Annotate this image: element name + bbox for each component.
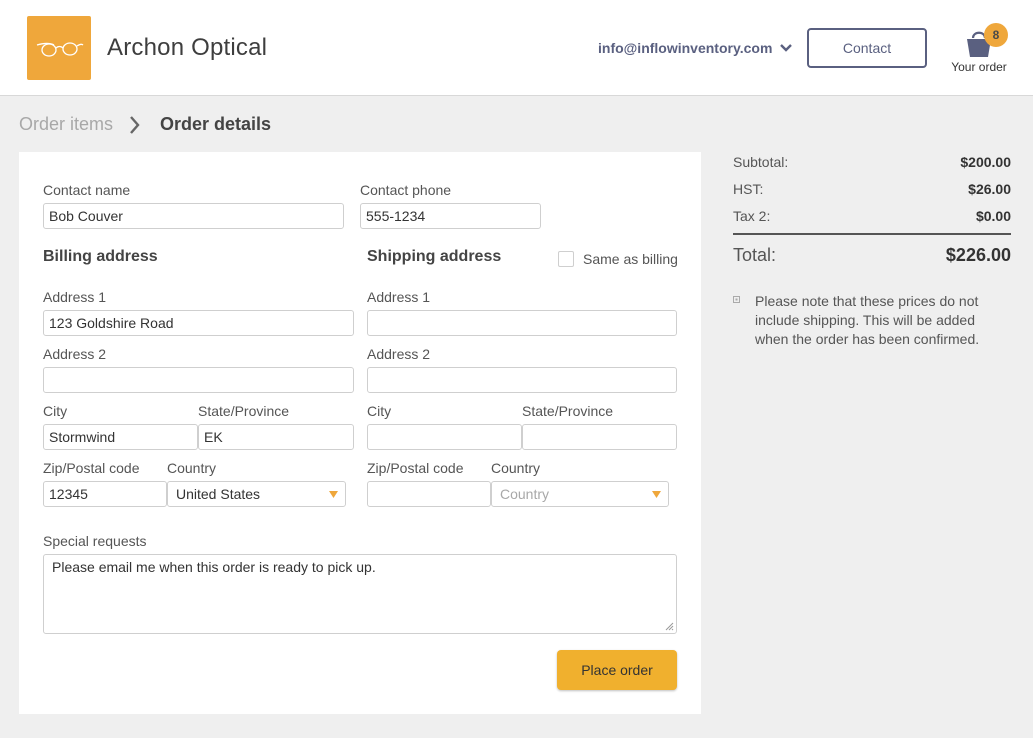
billing-city-label: City — [43, 403, 68, 419]
billing-country-label: Country — [167, 460, 217, 476]
account-menu[interactable]: info@inflowinventory.com — [598, 40, 793, 56]
shipping-city-input[interactable] — [367, 424, 522, 450]
shipping-address-title: Shipping address — [367, 248, 502, 265]
caret-down-icon — [329, 491, 338, 498]
shipping-address2-input[interactable] — [367, 367, 677, 393]
shipping-address2-label: Address 2 — [367, 346, 431, 362]
place-order-button[interactable]: Place order — [557, 650, 677, 690]
contact-phone-input[interactable]: 555-1234 — [360, 203, 541, 229]
glasses-icon — [36, 42, 84, 57]
shipping-country-select[interactable]: Country — [491, 481, 669, 507]
resize-grip-icon[interactable] — [665, 622, 674, 631]
chevron-right-icon — [130, 115, 140, 134]
caret-down-icon — [652, 491, 661, 498]
contact-name-input[interactable]: Bob Couver — [43, 203, 344, 229]
billing-city-input[interactable]: Stormwind — [43, 424, 198, 450]
subtotal-row: Subtotal: $200.00 — [733, 154, 1011, 170]
breadcrumb-order-details: Order details — [160, 114, 272, 134]
total-label: Total: — [733, 245, 777, 265]
contact-name-label: Contact name — [43, 182, 131, 198]
subtotal-value: $200.00 — [960, 154, 1011, 170]
shipping-country-label: Country — [491, 460, 541, 476]
shipping-country-placeholder: Country — [500, 486, 550, 502]
breadcrumb: Order items Order details — [19, 114, 271, 135]
shipping-address1-label: Address 1 — [367, 289, 431, 305]
billing-address1-input[interactable]: 123 Goldshire Road — [43, 310, 354, 336]
hst-value: $26.00 — [968, 181, 1011, 197]
special-requests-label: Special requests — [43, 533, 147, 549]
summary-divider — [733, 233, 1011, 235]
chevron-down-icon — [780, 44, 793, 52]
total-row: Total: $226.00 — [733, 245, 1011, 266]
subtotal-label: Subtotal: — [733, 154, 789, 170]
shipping-zip-input[interactable] — [367, 481, 491, 507]
cart-button[interactable]: 8 Your order — [946, 22, 1012, 78]
contact-button[interactable]: Contact — [807, 28, 927, 68]
billing-state-label: State/Province — [198, 403, 290, 419]
billing-address1-label: Address 1 — [43, 289, 107, 305]
logo[interactable] — [27, 16, 91, 80]
billing-address2-input[interactable] — [43, 367, 354, 393]
shipping-state-label: State/Province — [522, 403, 614, 419]
shipping-zip-label: Zip/Postal code — [367, 460, 464, 476]
breadcrumb-order-items[interactable]: Order items — [19, 114, 113, 135]
shipping-state-input[interactable] — [522, 424, 677, 450]
hst-row: HST: $26.00 — [733, 181, 1011, 197]
billing-zip-label: Zip/Postal code — [43, 460, 140, 476]
tax2-row: Tax 2: $0.00 — [733, 208, 1011, 224]
cart-label: Your order — [951, 60, 1007, 74]
total-value: $226.00 — [945, 245, 1011, 265]
special-requests-text: Please email me when this order is ready… — [52, 559, 376, 575]
tax2-value: $0.00 — [975, 208, 1011, 224]
billing-state-input[interactable]: EK — [198, 424, 354, 450]
info-icon — [733, 296, 740, 303]
billing-country-select[interactable]: United States — [167, 481, 346, 507]
same-as-billing-label[interactable]: Same as billing — [583, 251, 678, 267]
same-as-billing-checkbox[interactable] — [558, 251, 574, 267]
billing-address2-label: Address 2 — [43, 346, 107, 362]
header: Archon Optical info@inflowinventory.com … — [0, 0, 1033, 96]
brand-name: Archon Optical — [107, 34, 268, 61]
shipping-address1-input[interactable] — [367, 310, 677, 336]
shipping-note: Please note that these prices do not inc… — [755, 293, 980, 347]
hst-label: HST: — [733, 181, 764, 197]
contact-phone-label: Contact phone — [360, 182, 452, 198]
tax2-label: Tax 2: — [733, 208, 771, 224]
account-email: info@inflowinventory.com — [598, 40, 773, 56]
billing-zip-input[interactable]: 12345 — [43, 481, 167, 507]
cart-count-badge: 8 — [984, 23, 1008, 47]
order-details-form: Contact name Bob Couver Contact phone 55… — [19, 152, 701, 714]
shipping-city-label: City — [367, 403, 392, 419]
billing-country-value: United States — [176, 486, 261, 502]
special-requests-textarea[interactable]: Please email me when this order is ready… — [43, 554, 677, 634]
billing-address-title: Billing address — [43, 248, 158, 265]
